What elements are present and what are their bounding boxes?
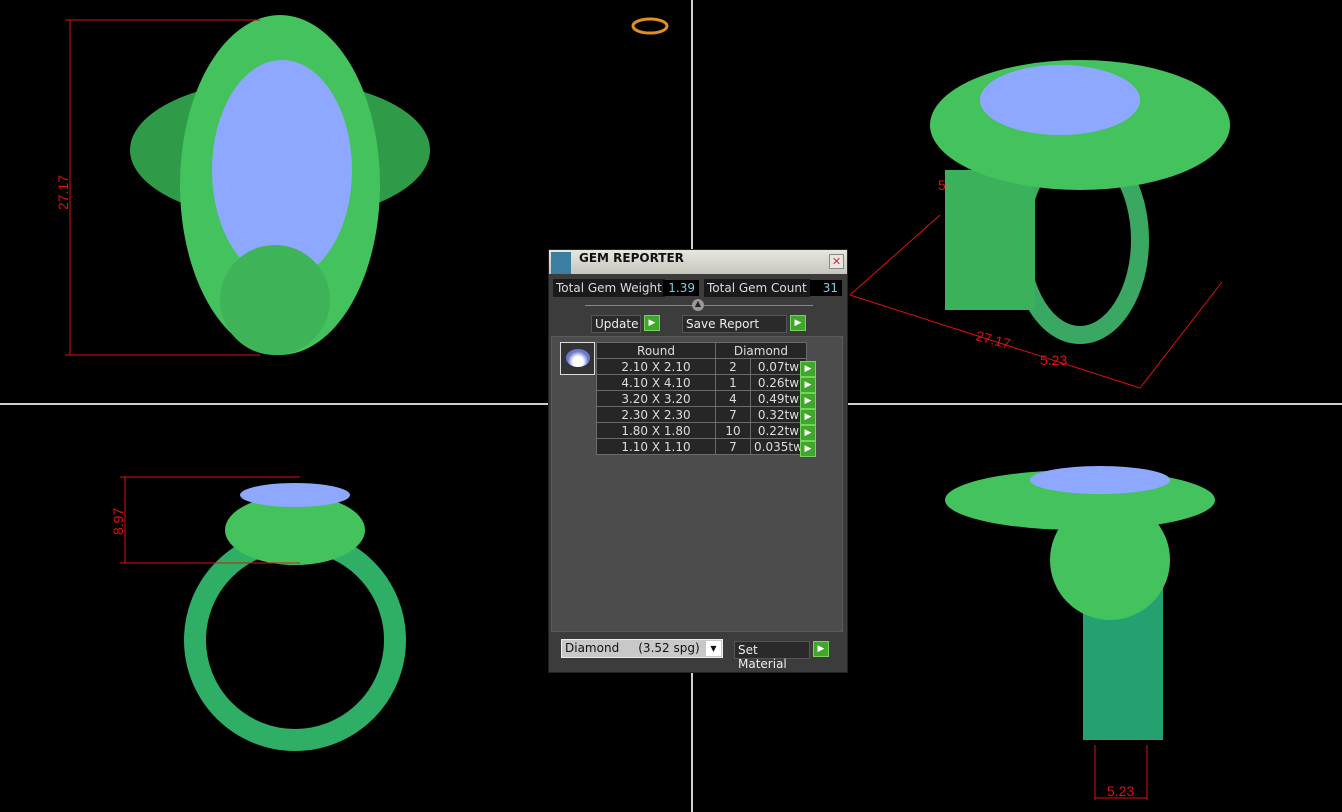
dim-front-height: 8.97 <box>110 508 126 535</box>
dialog-title: GEM REPORTER <box>579 251 684 265</box>
dialog-titlebar[interactable]: GEM REPORTER ✕ <box>549 250 847 274</box>
gem-list-panel: Round Diamond 2.10 X 2.10 2 0.07tw 4.10 X 4… <box>551 336 843 632</box>
row-go-icon[interactable]: ▶ <box>800 441 816 457</box>
total-count-label: Total Gem Count <box>704 279 810 297</box>
gem-count: 1 <box>715 374 751 391</box>
set-material-button[interactable]: Set Material <box>734 641 810 671</box>
column-shape: Round <box>596 342 716 359</box>
gem-size: 4.10 X 4.10 <box>596 374 716 391</box>
dim-top-height: 27.17 <box>55 175 71 210</box>
ring-perspective-view <box>930 60 1230 344</box>
total-weight-value: 1.39 <box>663 280 699 296</box>
gem-size: 1.10 X 1.10 <box>596 438 716 455</box>
gem-count: 4 <box>715 390 751 407</box>
set-material-go-icon[interactable]: ▶ <box>813 641 829 657</box>
chevron-down-icon[interactable]: ▼ <box>706 641 721 656</box>
gem-shape-icon[interactable] <box>560 342 595 375</box>
row-go-icon[interactable]: ▶ <box>800 361 816 377</box>
row-go-icon[interactable]: ▶ <box>800 409 816 425</box>
dim-side-width: 5.23 <box>1107 783 1134 799</box>
gem-size: 2.10 X 2.10 <box>596 358 716 375</box>
table-row[interactable]: 2.10 X 2.10 2 0.07tw <box>596 358 807 375</box>
material-select-value: Diamond (3.52 spg) <box>565 641 700 655</box>
gem-weight: 0.26tw <box>750 374 807 391</box>
table-row[interactable]: 4.10 X 4.10 1 0.26tw <box>596 374 807 391</box>
row-go-icon[interactable]: ▶ <box>800 425 816 441</box>
save-report-button[interactable]: Save Report <box>682 315 787 333</box>
material-select[interactable]: Diamond (3.52 spg) ▼ <box>561 639 723 658</box>
column-material: Diamond <box>715 342 807 359</box>
gem-count: 7 <box>715 406 751 423</box>
ring-top-view <box>130 15 430 355</box>
total-count-value: 31 <box>810 280 842 296</box>
collapse-arrow-icon[interactable]: ▲ <box>692 299 704 311</box>
gem-weight: 0.22tw <box>750 422 807 439</box>
total-weight-label: Total Gem Weight <box>553 279 665 297</box>
table-row[interactable]: 2.30 X 2.30 7 0.32tw <box>596 406 807 423</box>
gem-weight: 0.49tw <box>750 390 807 407</box>
dim-persp-width: 5.23 <box>1040 352 1067 368</box>
table-row[interactable]: 1.10 X 1.10 7 0.035tw <box>596 438 807 455</box>
gem-weight: 0.035tw <box>750 438 807 455</box>
row-go-icon[interactable]: ▶ <box>800 377 816 393</box>
gem-weight: 0.07tw <box>750 358 807 375</box>
table-row[interactable]: 3.20 X 3.20 4 0.49tw <box>596 390 807 407</box>
gem-count: 7 <box>715 438 751 455</box>
dim-persp-small: 5 <box>938 177 946 193</box>
row-go-icon[interactable]: ▶ <box>800 393 816 409</box>
gem-table: Round Diamond 2.10 X 2.10 2 0.07tw 4.10 X 4… <box>596 342 807 455</box>
gem-size: 3.20 X 3.20 <box>596 390 716 407</box>
ring-thumbnail-icon[interactable] <box>631 17 669 35</box>
table-row[interactable]: 1.80 X 1.80 10 0.22tw <box>596 422 807 439</box>
save-report-go-icon[interactable]: ▶ <box>790 315 806 331</box>
gem-reporter-icon <box>551 252 571 274</box>
update-go-icon[interactable]: ▶ <box>644 315 660 331</box>
gem-count: 2 <box>715 358 751 375</box>
gem-weight: 0.32tw <box>750 406 807 423</box>
gem-size: 2.30 X 2.30 <box>596 406 716 423</box>
gem-reporter-dialog: GEM REPORTER ✕ Total Gem Weight 1.39 Tot… <box>548 249 848 673</box>
gem-size: 1.80 X 1.80 <box>596 422 716 439</box>
update-button[interactable]: Update <box>591 315 641 333</box>
close-button[interactable]: ✕ <box>829 254 844 269</box>
dim-persp-length: 27.17 <box>974 327 1012 352</box>
ring-side-view <box>945 466 1215 740</box>
gem-count: 10 <box>715 422 751 439</box>
ring-front-view <box>184 483 406 751</box>
